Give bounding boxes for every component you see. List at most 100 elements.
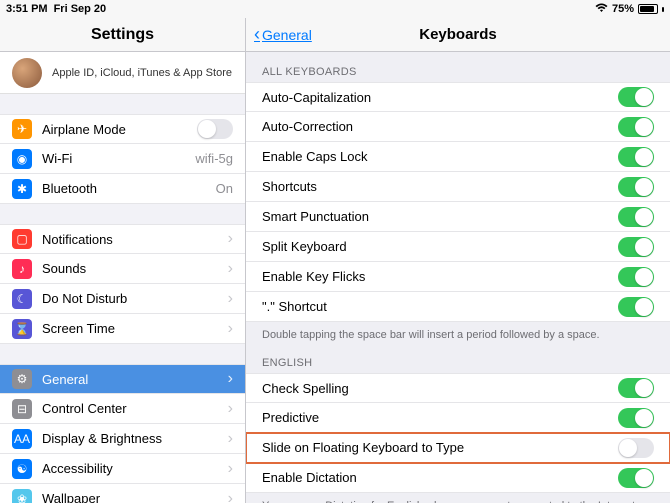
section-header: ALL KEYBOARDS <box>246 52 670 82</box>
status-time: 3:51 PM <box>6 3 48 15</box>
period-toggle[interactable] <box>618 297 654 317</box>
sidebar-item-notifications[interactable]: ▢ Notifications › <box>0 224 245 254</box>
setting-label: Enable Caps Lock <box>262 149 368 164</box>
dictation-toggle[interactable] <box>618 468 654 488</box>
capslock-toggle[interactable] <box>618 147 654 167</box>
setting-keyflicks[interactable]: Enable Key Flicks <box>246 262 670 292</box>
battery-icon <box>638 4 658 14</box>
spelling-toggle[interactable] <box>618 378 654 398</box>
row-value: On <box>216 181 233 196</box>
chevron-right-icon: › <box>228 230 233 248</box>
autocap-toggle[interactable] <box>618 87 654 107</box>
screentime-icon: ⌛ <box>12 319 32 339</box>
keyflicks-toggle[interactable] <box>618 267 654 287</box>
sidebar-item-label: Accessibility <box>42 461 113 476</box>
setting-shortcuts[interactable]: Shortcuts <box>246 172 670 202</box>
chevron-right-icon: › <box>228 400 233 418</box>
setting-label: Slide on Floating Keyboard to Type <box>262 440 464 455</box>
autocorr-toggle[interactable] <box>618 117 654 137</box>
setting-spelling[interactable]: Check Spelling <box>246 373 670 403</box>
setting-label: Enable Key Flicks <box>262 269 365 284</box>
chevron-left-icon: ‹ <box>254 24 260 45</box>
row-value: wifi-5g <box>195 151 233 166</box>
section-footer: You can use Dictation for English when y… <box>246 493 670 503</box>
setting-label: Predictive <box>262 410 319 425</box>
detail-pane: ‹ General Keyboards ALL KEYBOARDS Auto-Ca… <box>246 18 670 503</box>
setting-predictive[interactable]: Predictive <box>246 403 670 433</box>
chevron-right-icon: › <box>228 320 233 338</box>
sidebar-title: Settings <box>0 18 245 52</box>
detail-header: ‹ General Keyboards <box>246 18 670 52</box>
sidebar-item-control[interactable]: ⊟Control Center› <box>0 394 245 424</box>
sounds-icon: ♪ <box>12 259 32 279</box>
setting-label: "." Shortcut <box>262 299 327 314</box>
apple-id-row[interactable]: Apple ID, iCloud, iTunes & App Store <box>0 52 245 94</box>
back-button[interactable]: ‹ General <box>254 24 312 45</box>
setting-label: Enable Dictation <box>262 470 357 485</box>
status-date: Fri Sep 20 <box>54 3 107 15</box>
settings-sidebar: Settings Apple ID, iCloud, iTunes & App … <box>0 18 246 503</box>
back-label: General <box>262 27 312 43</box>
sidebar-item-label: Do Not Disturb <box>42 291 127 306</box>
chevron-right-icon: › <box>228 430 233 448</box>
sidebar-item-sounds[interactable]: ♪ Sounds › <box>0 254 245 284</box>
airplane-toggle[interactable] <box>197 119 233 139</box>
sidebar-item-label: Control Center <box>42 401 127 416</box>
dnd-icon: ☾ <box>12 289 32 309</box>
general-icon: ⚙ <box>12 369 32 389</box>
sidebar-item-display[interactable]: AA Display & Brightness › <box>0 424 245 454</box>
wifi-icon: ◉ <box>12 149 32 169</box>
sidebar-item-wifi[interactable]: ◉ Wi-Fi wifi-5g <box>0 144 245 174</box>
setting-label: Check Spelling <box>262 381 349 396</box>
predictive-toggle[interactable] <box>618 408 654 428</box>
setting-split[interactable]: Split Keyboard <box>246 232 670 262</box>
setting-period[interactable]: "." Shortcut <box>246 292 670 322</box>
section-footer: Double tapping the space bar will insert… <box>246 322 670 343</box>
sidebar-item-label: Bluetooth <box>42 181 97 196</box>
notifications-icon: ▢ <box>12 229 32 249</box>
smartpunc-toggle[interactable] <box>618 207 654 227</box>
sidebar-item-wallpaper[interactable]: ❀ Wallpaper › <box>0 484 245 503</box>
setting-label: Split Keyboard <box>262 239 347 254</box>
sidebar-item-general[interactable]: ⚙ General › <box>0 364 245 394</box>
display-icon: AA <box>12 429 32 449</box>
setting-label: Shortcuts <box>262 179 317 194</box>
setting-label: Auto-Capitalization <box>262 90 371 105</box>
slide-toggle[interactable] <box>618 438 654 458</box>
wifi-icon <box>595 3 608 16</box>
sidebar-item-label: Wallpaper <box>42 491 100 503</box>
sidebar-item-bluetooth[interactable]: ✱ Bluetooth On <box>0 174 245 204</box>
bluetooth-icon: ✱ <box>12 179 32 199</box>
section-header: ENGLISH <box>246 343 670 373</box>
split-toggle[interactable] <box>618 237 654 257</box>
chevron-right-icon: › <box>228 260 233 278</box>
sidebar-item-label: Sounds <box>42 261 86 276</box>
sidebar-item-dnd[interactable]: ☾ Do Not Disturb › <box>0 284 245 314</box>
setting-label: Smart Punctuation <box>262 209 369 224</box>
sidebar-item-label: Airplane Mode <box>42 122 126 137</box>
sidebar-item-label: Screen Time <box>42 321 115 336</box>
sidebar-item-label: Wi-Fi <box>42 151 72 166</box>
battery-percent: 75% <box>612 3 634 15</box>
sidebar-item-label: General <box>42 372 88 387</box>
chevron-right-icon: › <box>228 290 233 308</box>
chevron-right-icon: › <box>228 490 233 503</box>
sidebar-item-airplane[interactable]: ✈ Airplane Mode <box>0 114 245 144</box>
setting-autocap[interactable]: Auto-Capitalization <box>246 82 670 112</box>
wallpaper-icon: ❀ <box>12 489 32 503</box>
chevron-right-icon: › <box>228 460 233 478</box>
shortcuts-toggle[interactable] <box>618 177 654 197</box>
setting-dictation[interactable]: Enable Dictation <box>246 463 670 493</box>
accessibility-icon: ☯ <box>12 459 32 479</box>
sidebar-item-label: Display & Brightness <box>42 431 162 446</box>
sidebar-item-accessibility[interactable]: ☯ Accessibility › <box>0 454 245 484</box>
setting-smartpunc[interactable]: Smart Punctuation <box>246 202 670 232</box>
setting-autocorr[interactable]: Auto-Correction <box>246 112 670 142</box>
setting-slide[interactable]: Slide on Floating Keyboard to Type <box>246 433 670 463</box>
sidebar-item-label: Notifications <box>42 232 113 247</box>
sidebar-item-screentime[interactable]: ⌛ Screen Time › <box>0 314 245 344</box>
airplane-icon: ✈ <box>12 119 32 139</box>
chevron-right-icon: › <box>228 370 233 388</box>
setting-capslock[interactable]: Enable Caps Lock <box>246 142 670 172</box>
setting-label: Auto-Correction <box>262 119 353 134</box>
